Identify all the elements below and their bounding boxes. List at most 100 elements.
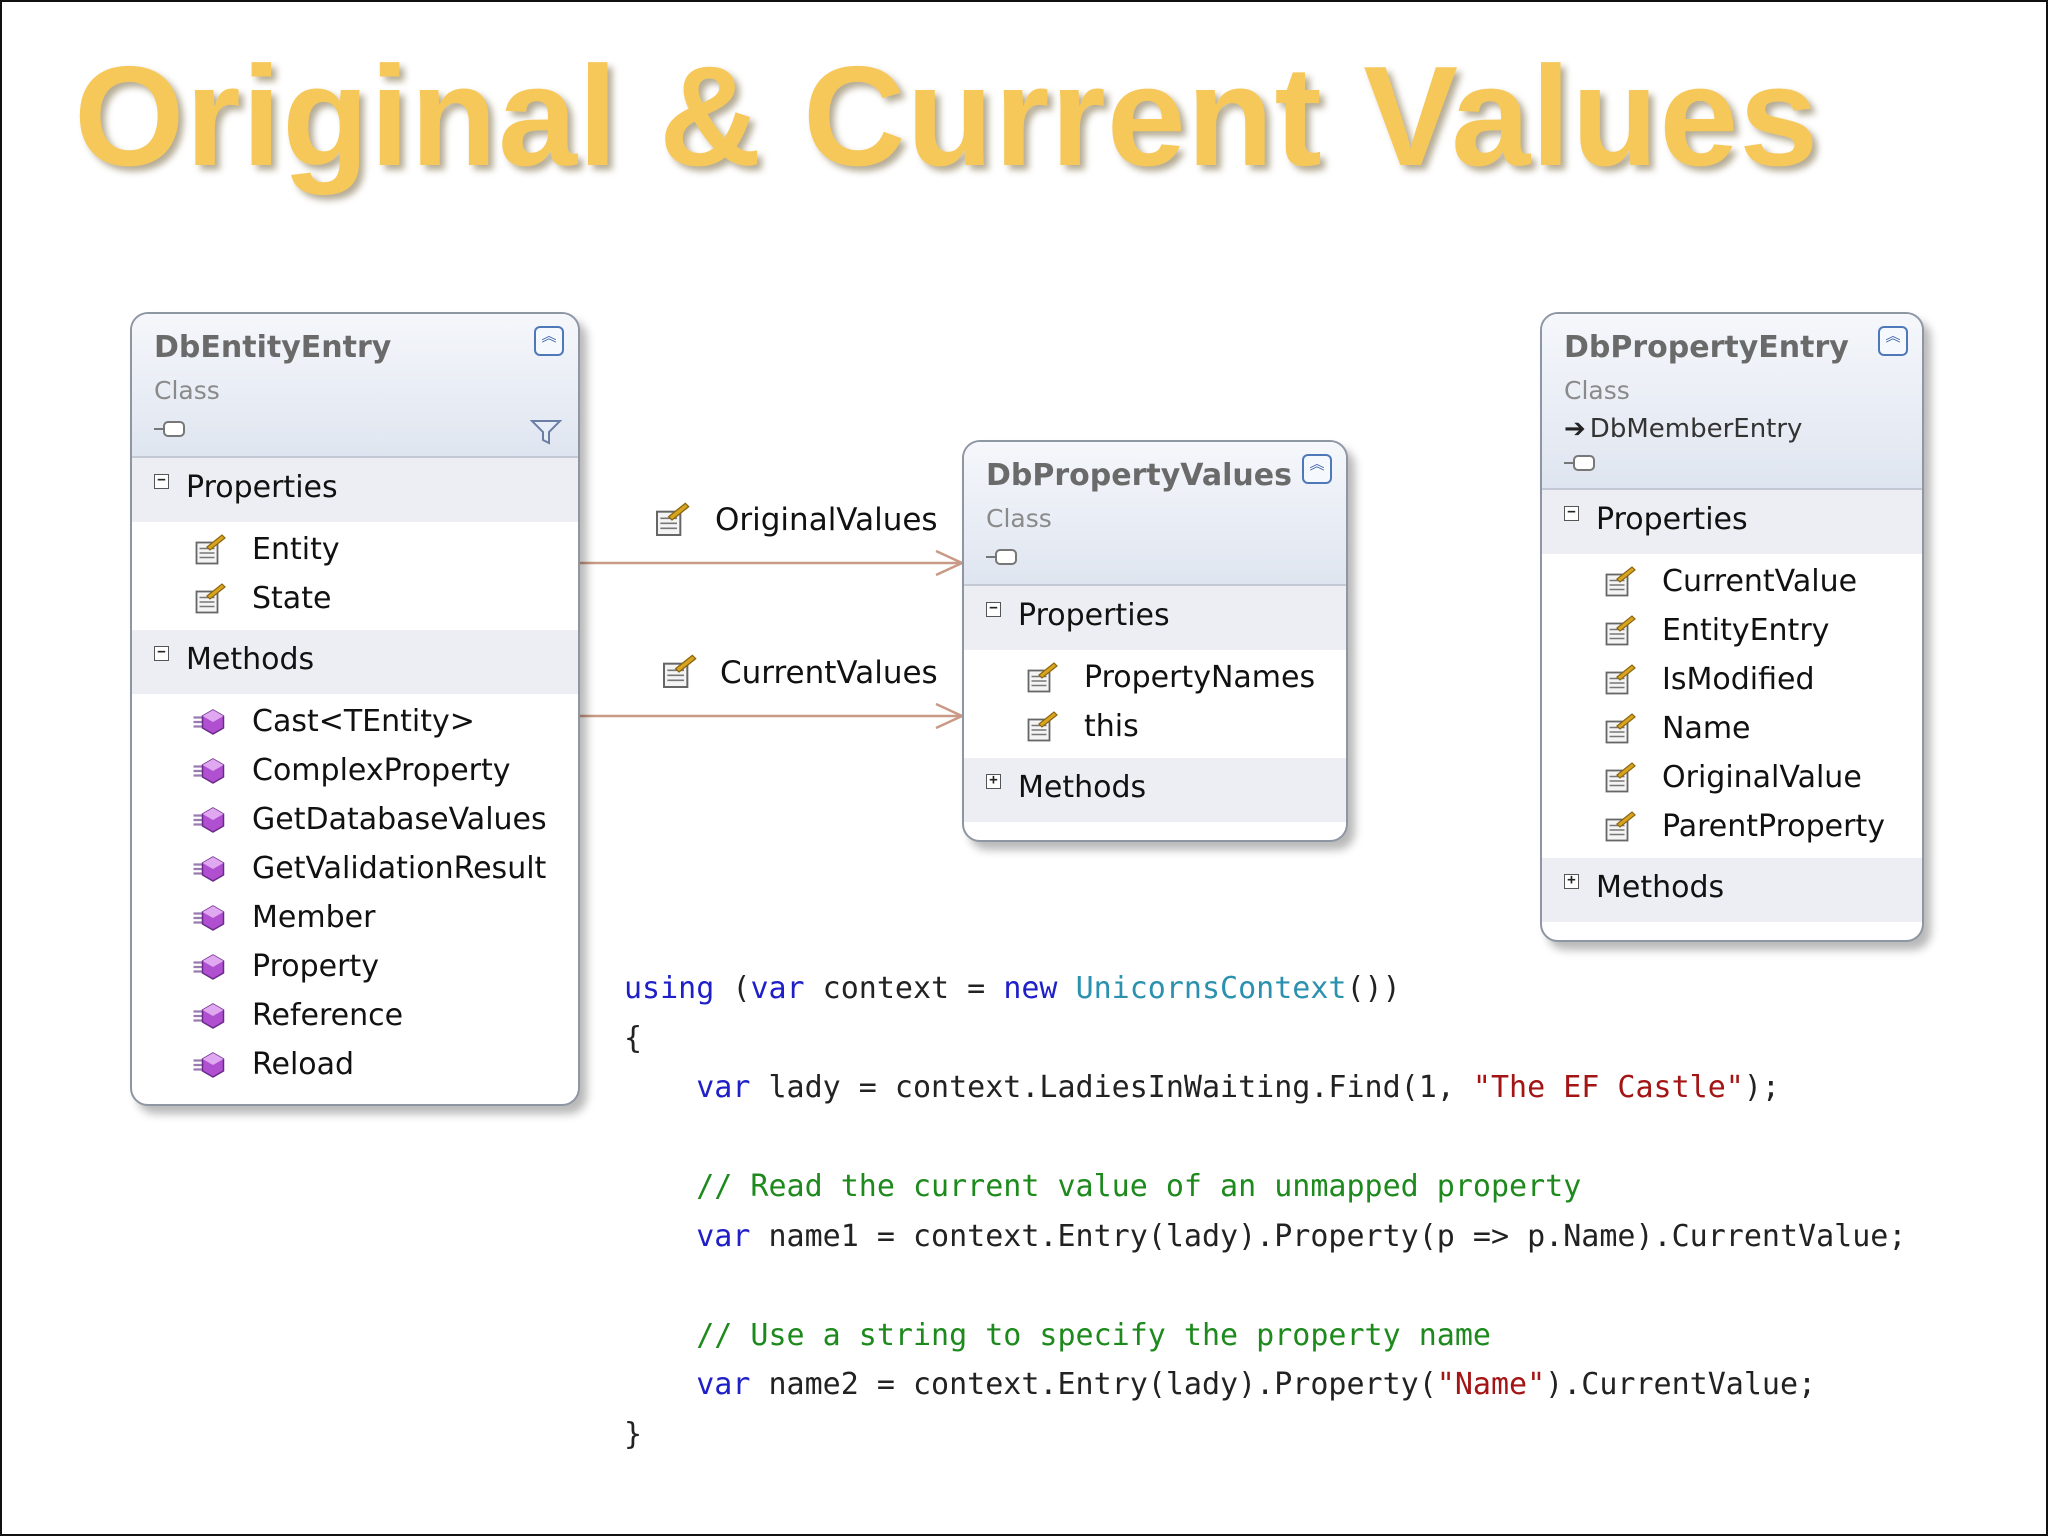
property-item[interactable]: Entity <box>132 526 578 575</box>
property-item[interactable]: PropertyNames <box>964 654 1346 703</box>
property-icon <box>1602 564 1638 604</box>
method-name: ComplexProperty <box>252 753 511 788</box>
section-properties[interactable]: − Properties <box>132 458 578 522</box>
class-kind: Class <box>986 504 1052 533</box>
collapse-section-icon[interactable]: − <box>986 601 1001 617</box>
code-token: new <box>1003 971 1058 1006</box>
section-label: Methods <box>1018 770 1147 805</box>
property-item[interactable]: ParentProperty <box>1542 803 1922 852</box>
collapse-section-icon[interactable]: − <box>1564 505 1579 521</box>
method-item[interactable]: GetDatabaseValues <box>132 796 578 845</box>
inheritance-arrow-icon: ➔ <box>1564 414 1586 444</box>
property-item[interactable]: Name <box>1542 705 1922 754</box>
original-values-label: OriginalValues <box>715 502 938 538</box>
method-icon <box>192 704 228 744</box>
method-name: Member <box>252 900 376 935</box>
collapse-button[interactable]: ︽ <box>534 326 564 356</box>
section-properties[interactable]: − Properties <box>964 586 1346 650</box>
class-name: DbEntityEntry <box>154 330 392 365</box>
class-box-db-entity-entry[interactable]: DbEntityEntry Class ︽ − Properties Entit… <box>130 312 580 1106</box>
expand-section-icon[interactable]: + <box>986 773 1001 789</box>
property-item[interactable]: OriginalValue <box>1542 754 1922 803</box>
method-item[interactable]: ComplexProperty <box>132 747 578 796</box>
section-methods[interactable]: − Methods <box>132 630 578 694</box>
section-label: Properties <box>1018 598 1170 633</box>
property-item[interactable]: IsModified <box>1542 656 1922 705</box>
properties-list: CurrentValue EntityEntry IsModified Name… <box>1542 554 1922 858</box>
code-sample: using (var context = new UnicornsContext… <box>624 964 1906 1459</box>
method-icon <box>192 1047 228 1087</box>
code-token: var <box>750 971 805 1006</box>
code-line: } <box>624 1417 642 1452</box>
collapse-section-icon[interactable]: − <box>154 473 169 489</box>
property-name: Name <box>1662 711 1751 746</box>
property-item[interactable]: EntityEntry <box>1542 607 1922 656</box>
code-token: var <box>696 1218 751 1254</box>
property-name: State <box>252 581 332 616</box>
method-item[interactable]: Member <box>132 894 578 943</box>
method-item[interactable]: GetValidationResult <box>132 845 578 894</box>
property-icon <box>192 581 228 621</box>
code-line: // Read the current value of an unmapped… <box>624 1169 1581 1204</box>
method-name: GetValidationResult <box>252 851 547 886</box>
method-icon <box>192 753 228 793</box>
method-item[interactable]: Reload <box>132 1041 578 1090</box>
property-name: Entity <box>252 532 340 567</box>
property-name: OriginalValue <box>1662 760 1862 795</box>
code-token: ).CurrentValue; <box>1545 1367 1817 1402</box>
property-item[interactable]: this <box>964 703 1346 752</box>
interface-lollipop-icon <box>1562 452 1598 478</box>
section-methods[interactable]: + Methods <box>1542 858 1922 922</box>
expand-section-icon[interactable]: + <box>1564 873 1579 889</box>
property-icon <box>659 652 699 696</box>
class-box-db-property-values[interactable]: DbPropertyValues Class ︽ − Properties Pr… <box>962 440 1348 842</box>
property-icon <box>1602 613 1638 653</box>
class-box-db-property-entry[interactable]: DbPropertyEntry Class ︽ ➔ DbMemberEntry −… <box>1540 312 1924 942</box>
method-name: GetDatabaseValues <box>252 802 547 837</box>
property-name: ParentProperty <box>1662 809 1885 844</box>
method-name: Reference <box>252 998 404 1033</box>
collapse-section-icon[interactable]: − <box>154 645 169 661</box>
class-header: DbPropertyEntry Class ︽ ➔ DbMemberEntry <box>1542 314 1922 490</box>
collapse-button[interactable]: ︽ <box>1302 454 1332 484</box>
property-name: EntityEntry <box>1662 613 1830 648</box>
method-item[interactable]: Cast<TEntity> <box>132 698 578 747</box>
code-line: var name1 = context.Entry(lady).Property… <box>624 1219 1906 1254</box>
section-label: Methods <box>1596 870 1725 905</box>
property-name: this <box>1084 709 1139 744</box>
original-values-connector[interactable] <box>580 549 965 577</box>
slide: Original & Current Values OriginalValues… <box>0 0 2048 1536</box>
code-token: using <box>624 971 715 1006</box>
method-item[interactable]: Reference <box>132 992 578 1041</box>
method-item[interactable]: Property <box>132 943 578 992</box>
properties-list: Entity State <box>132 522 578 630</box>
methods-list: Cast<TEntity> ComplexProperty GetDatabas… <box>132 694 578 1096</box>
property-icon <box>1602 662 1638 702</box>
filter-icon[interactable] <box>529 418 563 450</box>
property-icon <box>652 500 692 544</box>
code-token: context = <box>804 971 1004 1006</box>
property-icon <box>1602 809 1638 849</box>
interface-lollipop-icon <box>984 546 1020 572</box>
collapse-button[interactable]: ︽ <box>1878 326 1908 356</box>
code-token: { <box>624 1020 643 1056</box>
method-icon <box>192 900 228 940</box>
section-label: Methods <box>186 642 315 677</box>
current-values-connector[interactable] <box>580 702 965 730</box>
code-token: // Use a string to specify the property … <box>696 1317 1491 1353</box>
code-token: UnicornsContext <box>1075 971 1347 1006</box>
section-properties[interactable]: − Properties <box>1542 490 1922 554</box>
method-icon <box>192 851 228 891</box>
property-item[interactable]: CurrentValue <box>1542 558 1922 607</box>
property-icon <box>1602 711 1638 751</box>
code-token: var <box>696 1367 751 1402</box>
section-methods[interactable]: + Methods <box>964 758 1346 822</box>
class-header: DbEntityEntry Class ︽ <box>132 314 578 458</box>
code-line: { <box>624 1021 642 1056</box>
class-name: DbPropertyEntry <box>1564 330 1849 365</box>
property-item[interactable]: State <box>132 575 578 624</box>
